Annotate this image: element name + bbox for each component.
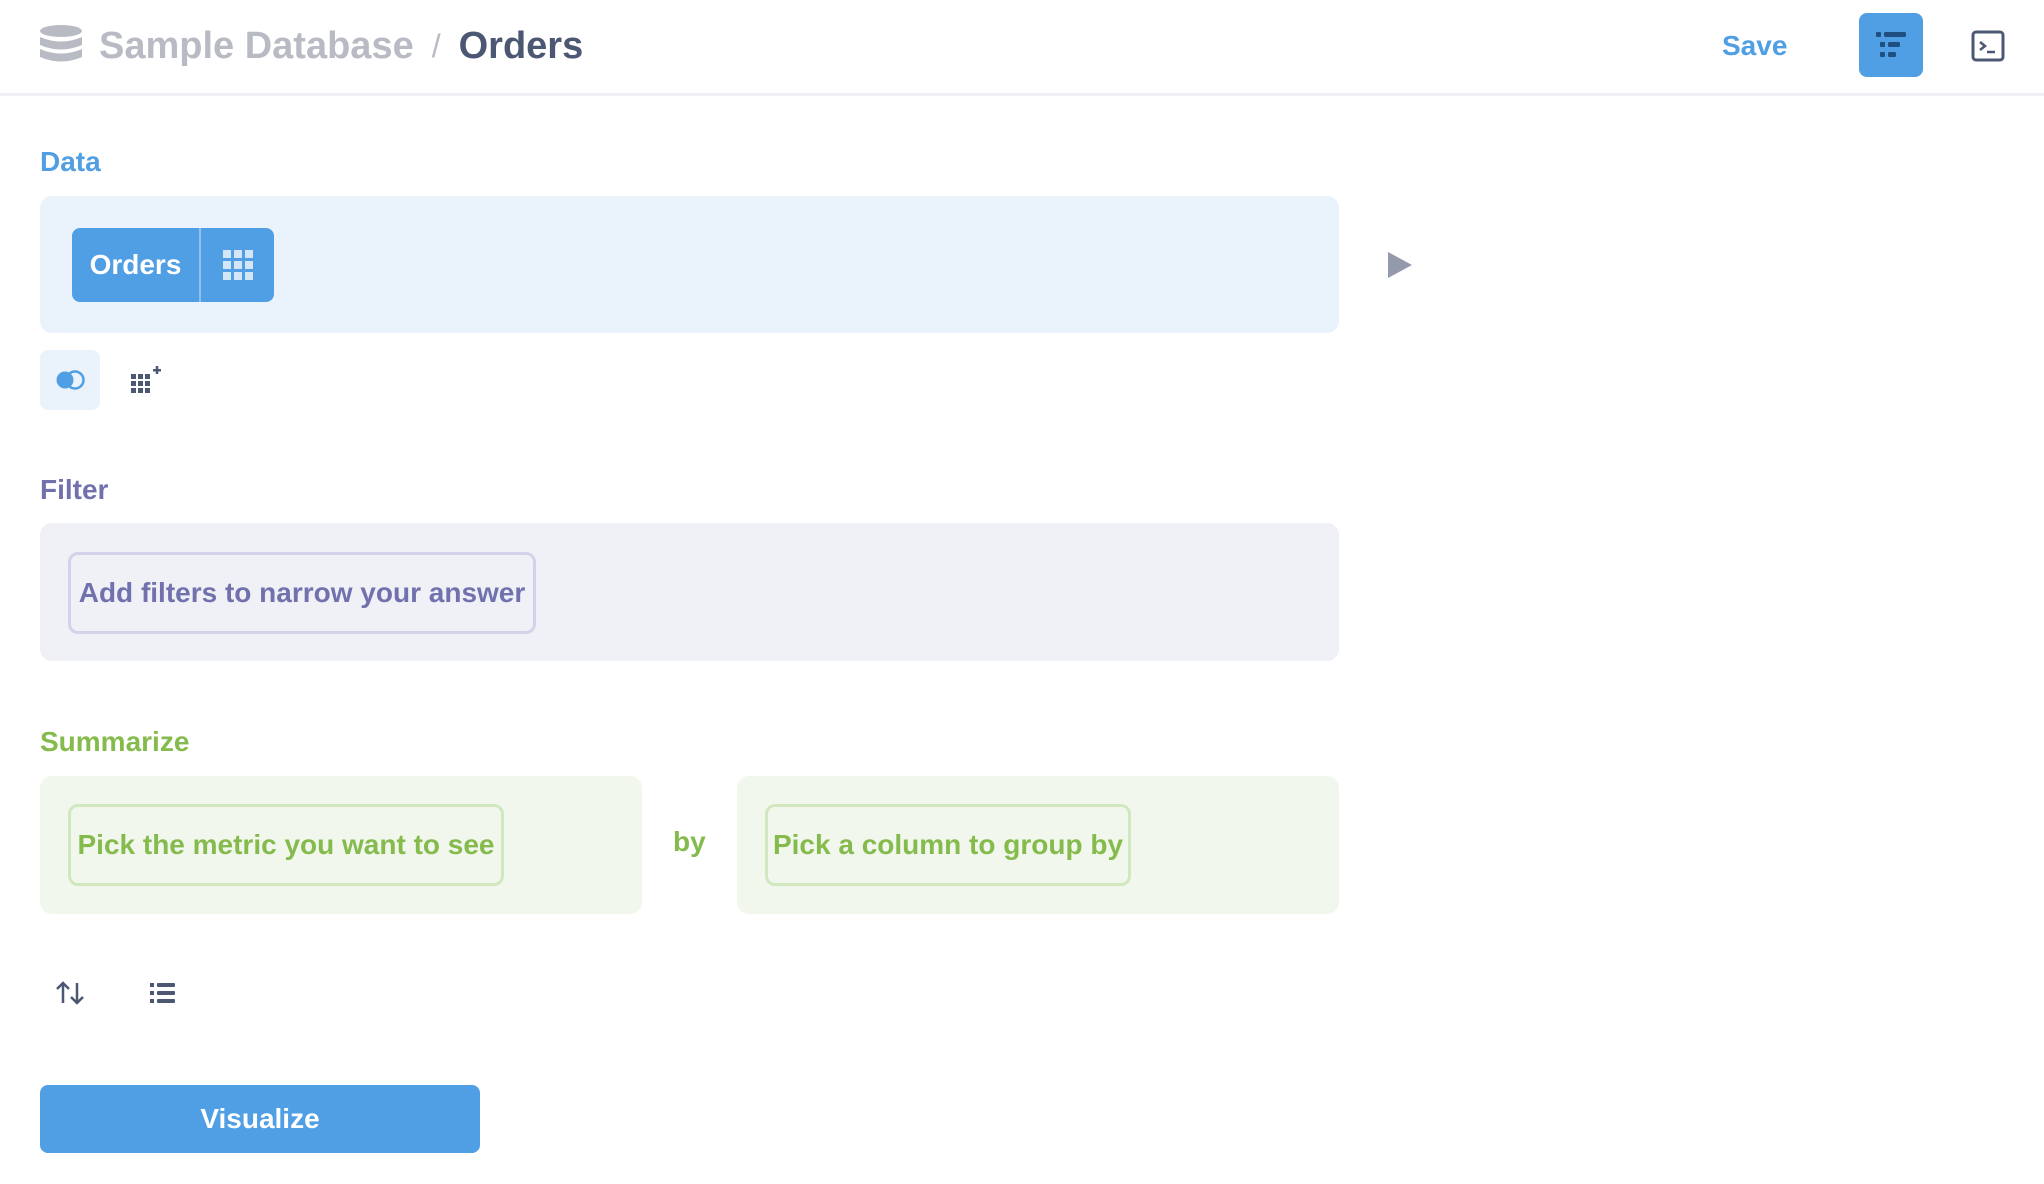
pick-group-by-button[interactable]: Pick a column to group by [765,804,1131,886]
table-name[interactable]: Orders [72,228,201,302]
breadcrumb-table[interactable]: Orders [459,25,584,68]
save-button[interactable]: Save [1722,24,1787,68]
visualize-button[interactable]: Visualize [40,1085,480,1153]
summarize-section-label: Summarize [40,726,190,757]
play-icon[interactable] [1386,250,1414,280]
database-icon [40,25,82,62]
top-bar: Sample Database / Orders Save [0,0,2044,96]
notebook-icon [1876,32,1906,57]
grid-icon [222,250,253,280]
breadcrumb-database[interactable]: Sample Database [99,25,414,68]
sql-editor-button[interactable] [1970,28,2006,64]
sql-editor-icon [1971,30,2005,62]
custom-column-button[interactable] [116,350,176,410]
table-picker[interactable]: Orders [72,228,274,302]
add-filter-button[interactable]: Add filters to narrow your answer [68,552,536,634]
notebook-toggle-button[interactable] [1859,13,1923,77]
data-section-label: Data [40,146,101,177]
limit-icon[interactable] [146,977,178,1009]
pick-metric-button[interactable]: Pick the metric you want to see [68,804,504,886]
breadcrumb-separator: / [431,27,441,64]
by-label: by [673,826,706,857]
sort-icon[interactable] [54,977,86,1009]
breadcrumb: Sample Database / Orders [99,20,583,72]
filter-section-label: Filter [40,474,109,505]
join-icon [56,370,85,390]
table-columns-button[interactable] [201,228,274,302]
join-button[interactable] [40,350,100,410]
custom-column-icon [131,366,161,393]
